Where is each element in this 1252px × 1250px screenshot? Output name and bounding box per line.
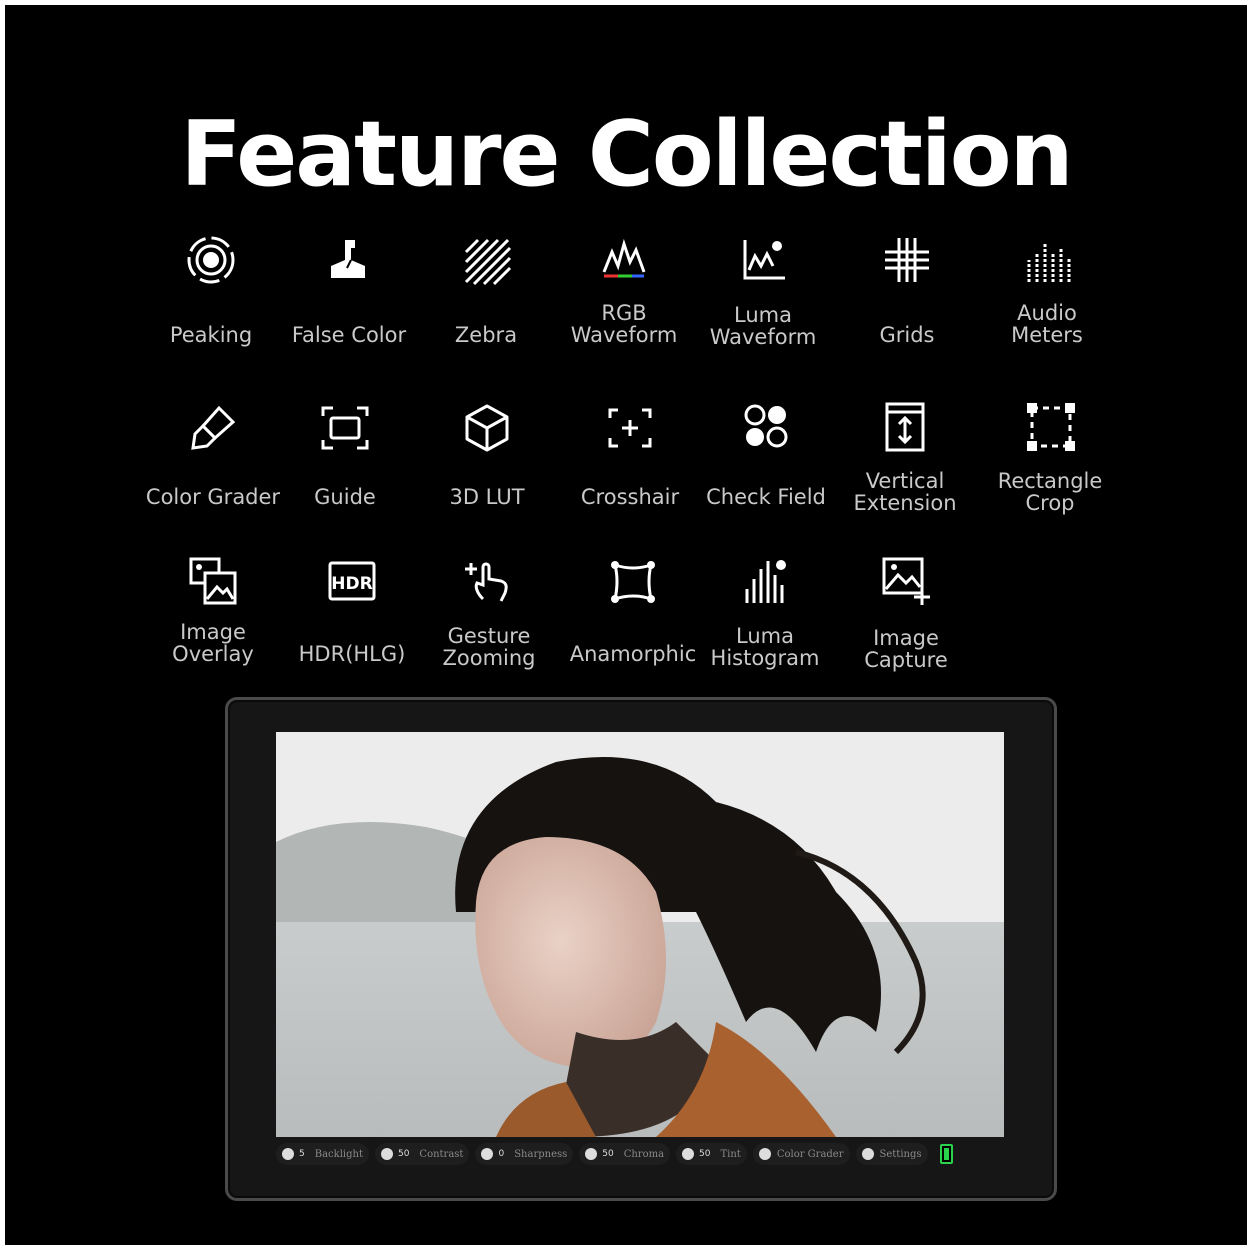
feature-label: Rectangle Crop <box>997 469 1103 515</box>
contrast-control[interactable]: 50 Contrast <box>374 1143 470 1165</box>
backlight-value: 5 <box>299 1149 305 1159</box>
settings-label: Settings <box>879 1148 922 1160</box>
settings-button[interactable]: Settings <box>855 1143 928 1165</box>
sharpness-label: Sharpness <box>514 1148 568 1160</box>
color-grader-icon <box>185 400 241 456</box>
audio-meters-icon <box>1019 232 1075 288</box>
luma-histogram-icon <box>737 553 793 609</box>
sharpness-value: 0 <box>498 1149 505 1159</box>
peaking-icon <box>183 232 239 288</box>
backlight-label: Backlight <box>314 1148 363 1160</box>
gesture-zooming-icon <box>461 553 517 609</box>
tint-control[interactable]: 50 Tint <box>676 1143 747 1165</box>
sharpness-icon <box>481 1148 494 1160</box>
grids-icon <box>879 232 935 288</box>
chroma-control[interactable]: 50 Chroma <box>579 1143 671 1165</box>
sharpness-control[interactable]: 0 Sharpness <box>475 1143 574 1165</box>
monitor-status-bar: 5 Backlight 50 Contrast 0 Sharpness 50 C… <box>276 1140 1006 1168</box>
crosshair-icon <box>602 400 658 456</box>
zebra-icon <box>458 232 514 288</box>
backlight-control[interactable]: 5 Backlight <box>276 1143 369 1165</box>
vertical-extension-icon <box>877 400 933 456</box>
gear-icon <box>861 1148 874 1160</box>
contrast-label: Contrast <box>419 1148 464 1160</box>
anamorphic-icon <box>605 553 661 609</box>
field-monitor: 5 Backlight 50 Contrast 0 Sharpness 50 C… <box>225 697 1057 1201</box>
tint-icon <box>682 1148 695 1160</box>
rectangle-crop-icon <box>1022 400 1078 456</box>
hdr-icon: HDR <box>324 553 380 609</box>
backlight-icon <box>282 1148 294 1160</box>
feature-label: Audio Meters <box>1011 301 1083 347</box>
battery-icon <box>939 1144 953 1164</box>
chroma-label: Chroma <box>623 1148 665 1160</box>
svg-text:HDR: HDR <box>331 574 372 594</box>
color-grader-small-icon <box>758 1148 771 1160</box>
page-title: Feature Collection <box>180 102 1073 207</box>
contrast-icon <box>380 1148 393 1160</box>
tint-label: Tint <box>720 1148 741 1160</box>
contrast-value: 50 <box>397 1149 410 1159</box>
false-color-icon <box>321 232 377 288</box>
feature-label: Image Capture <box>864 626 948 672</box>
image-overlay-icon <box>185 553 241 609</box>
chroma-value: 50 <box>602 1149 614 1159</box>
luma-waveform-icon <box>735 232 791 288</box>
portrait-photo <box>276 732 1004 1137</box>
color-grader-button[interactable]: Color Grader <box>752 1143 850 1165</box>
3d-lut-icon <box>459 400 515 456</box>
rgb-waveform-icon <box>596 232 652 288</box>
monitor-screen-image <box>276 732 1004 1137</box>
check-field-icon <box>738 400 794 456</box>
guide-icon <box>317 400 373 456</box>
tint-value: 50 <box>699 1149 711 1159</box>
chroma-icon <box>585 1148 598 1160</box>
image-capture-icon <box>878 553 934 609</box>
color-grader-label: Color Grader <box>776 1148 844 1160</box>
